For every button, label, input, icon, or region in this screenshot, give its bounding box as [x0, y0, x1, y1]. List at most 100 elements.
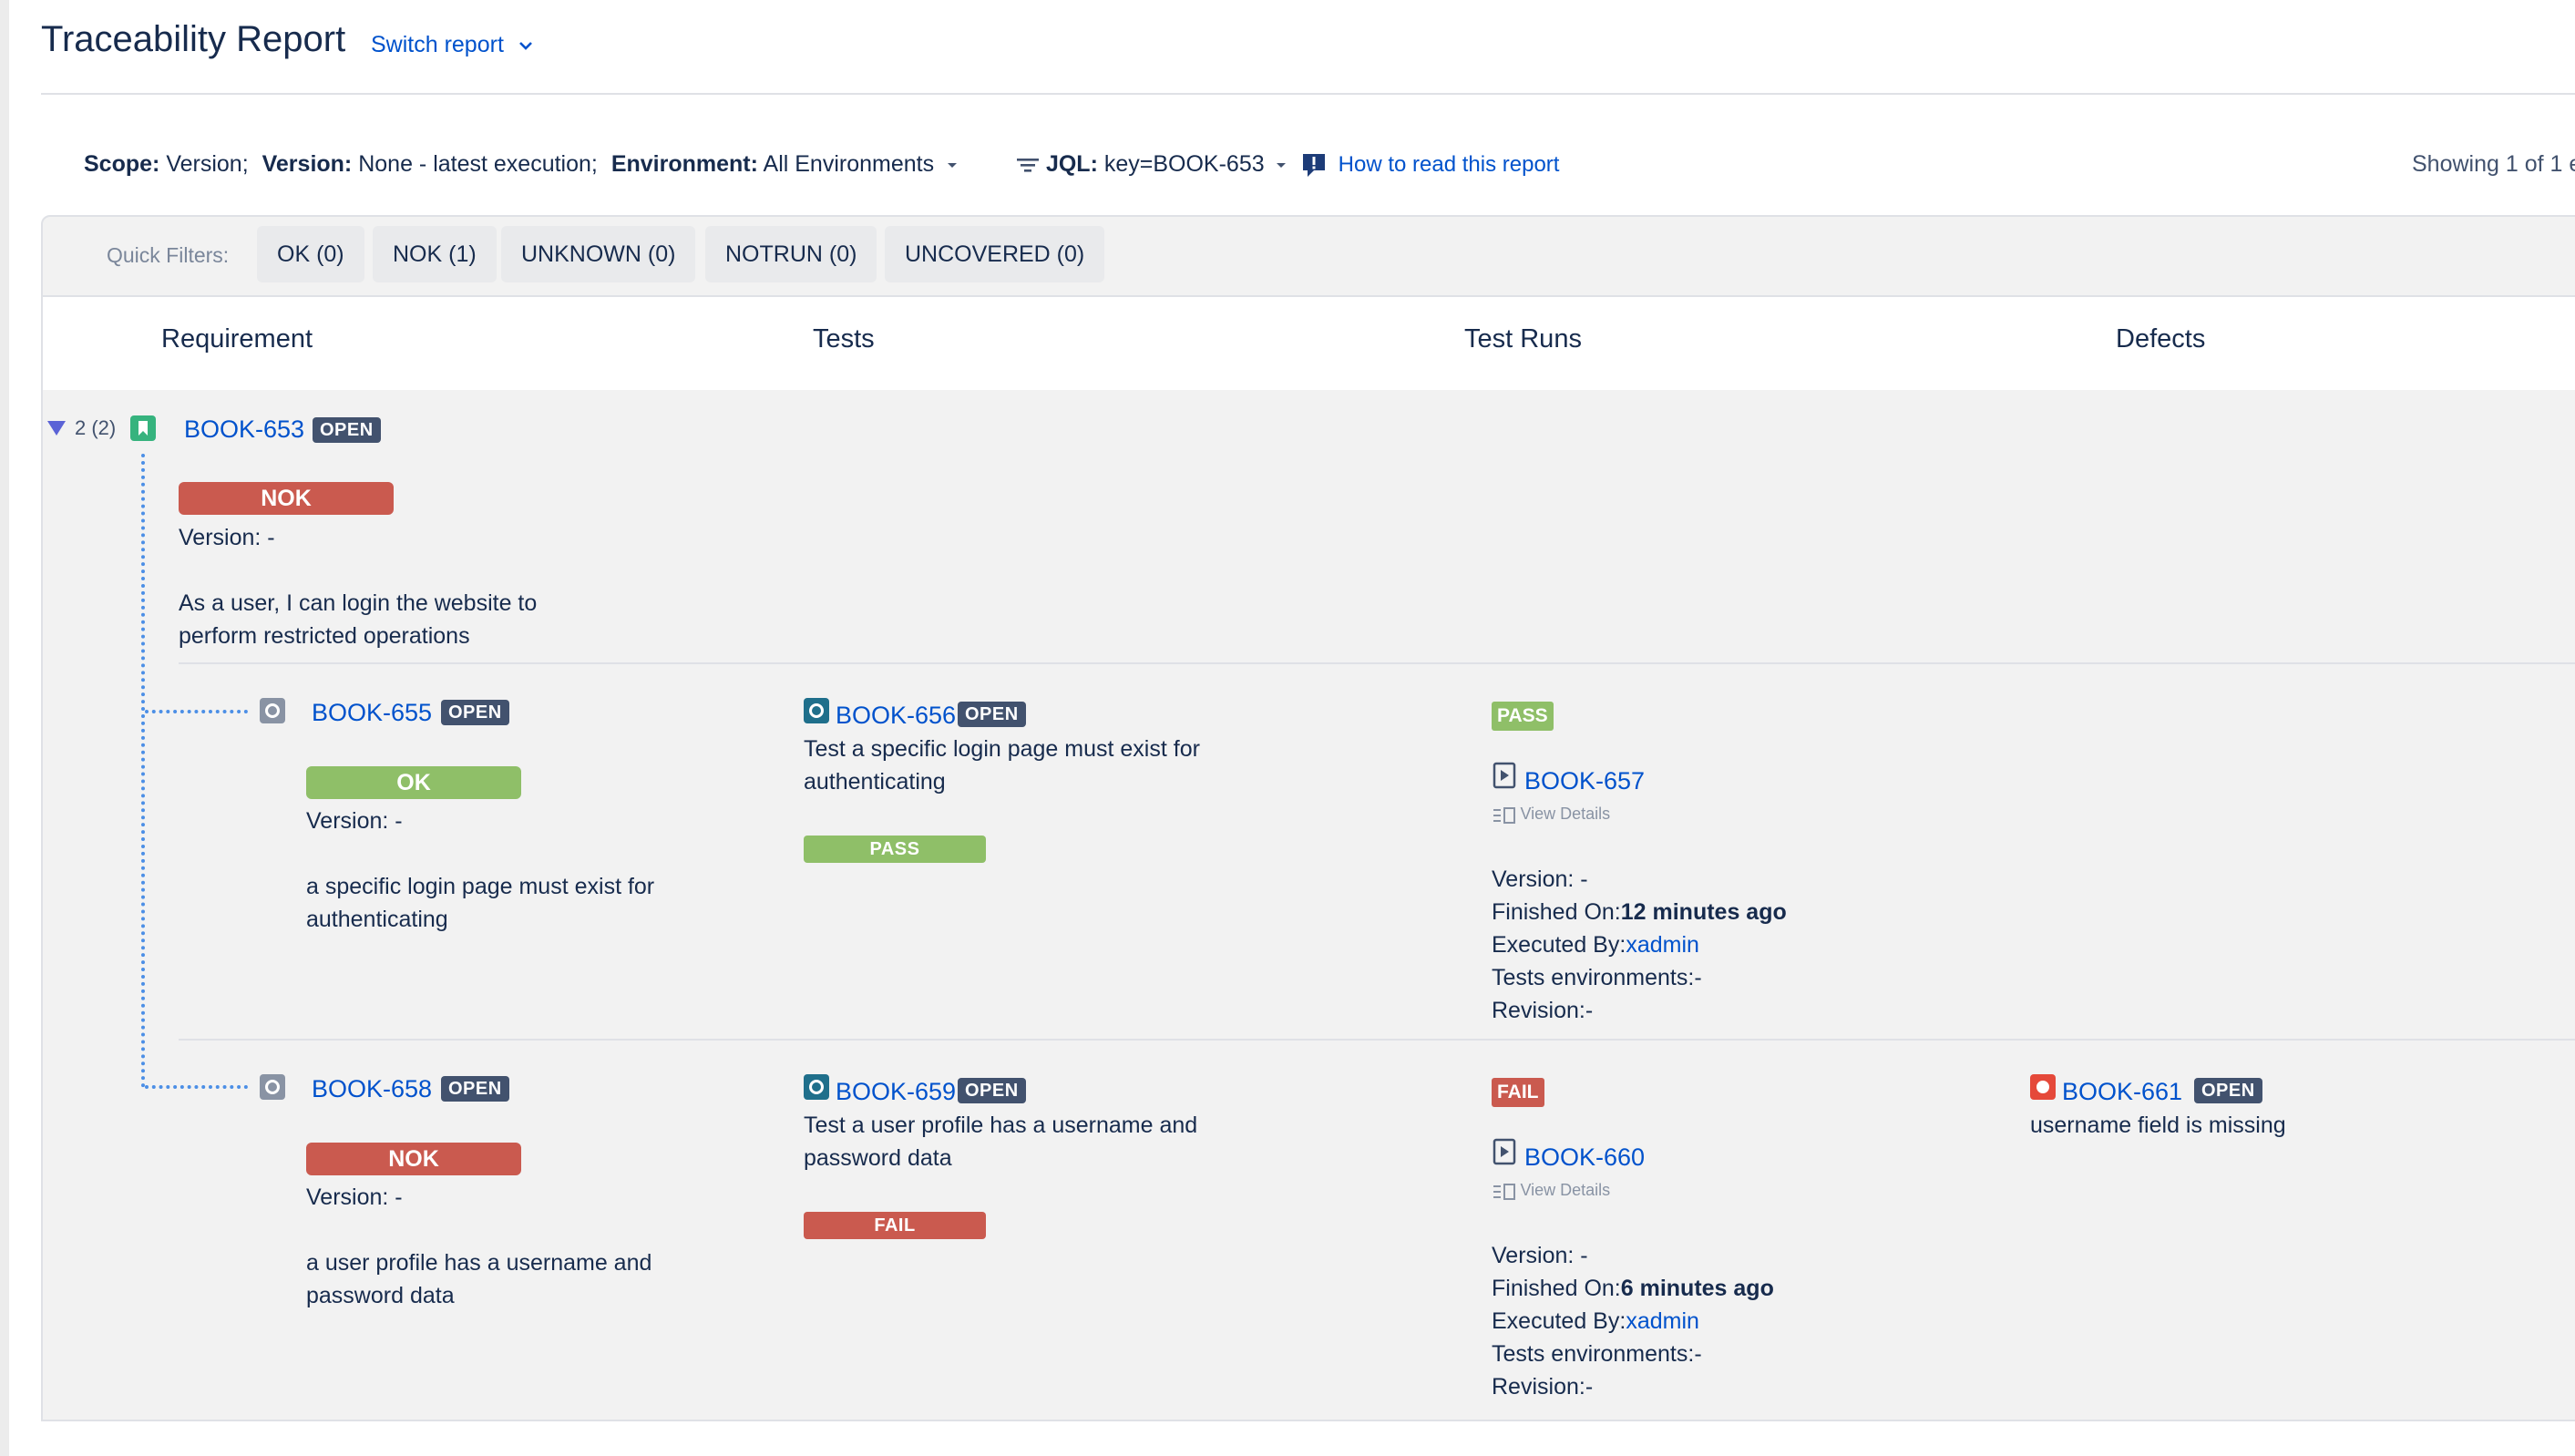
- feedback-icon: [1303, 153, 1325, 177]
- story-icon: [130, 415, 156, 441]
- requirement-status-lozenge: OPEN: [441, 1076, 509, 1102]
- finished-value: 6 minutes ago: [1620, 1276, 1774, 1301]
- how-to-read-label: How to read this report: [1338, 152, 1560, 177]
- filter-icon: [1017, 159, 1039, 172]
- environment-value: All Environments: [763, 151, 935, 177]
- run-revision: Revision:-: [1492, 1374, 1594, 1400]
- test-summary-line2: password data: [804, 1145, 952, 1171]
- view-details-label: View Details: [1520, 805, 1611, 823]
- scope-bar: Scope: Version; Version: None - latest e…: [84, 148, 959, 180]
- run-executed-by: Executed By:xadmin: [1492, 928, 1699, 961]
- run-finished-on: Finished On:12 minutes ago: [1492, 896, 1787, 928]
- requirement-child-count: 2 (2): [75, 416, 117, 439]
- test-run-key-link[interactable]: BOOK-657: [1524, 764, 1645, 797]
- requirement-coverage-status: NOK: [179, 482, 394, 515]
- view-details-link[interactable]: View Details: [1493, 805, 1610, 824]
- caret-down-icon: [948, 163, 958, 169]
- test-execution-icon: [1493, 762, 1516, 789]
- run-version: Version: -: [1492, 1243, 1588, 1268]
- showing-count: Showing 1 of 1 e: [2412, 151, 2575, 177]
- environment-dropdown[interactable]: All Environments: [764, 151, 959, 177]
- switch-report-link[interactable]: Switch report: [371, 29, 534, 60]
- chevron-down-icon: [518, 42, 532, 51]
- tree-connector-vertical: [141, 454, 145, 1088]
- test-icon: [804, 698, 829, 723]
- test-status-lozenge: OPEN: [958, 1078, 1026, 1103]
- requirement-status-lozenge: OPEN: [313, 417, 381, 443]
- environment-label: Environment:: [610, 151, 758, 177]
- requirement-summary-line1: As a user, I can login the website to: [179, 590, 538, 616]
- defect-key-link[interactable]: BOOK-661: [2062, 1075, 2182, 1108]
- requirement-summary-line1: a user profile has a username and: [306, 1250, 652, 1276]
- run-result-badge: PASS: [1492, 702, 1554, 731]
- defect-status-lozenge: OPEN: [2194, 1078, 2262, 1103]
- quick-filter-nok[interactable]: NOK (1): [373, 226, 497, 282]
- jql-value: key=BOOK-653: [1103, 151, 1265, 177]
- quick-filter-unknown[interactable]: UNKNOWN (0): [501, 226, 696, 282]
- caret-down-icon: [1276, 163, 1286, 169]
- requirement-status-lozenge: OPEN: [441, 700, 509, 725]
- requirement-summary-line2: authenticating: [306, 907, 448, 932]
- column-header-defects: Defects: [2116, 324, 2206, 354]
- run-environments: Tests environments:-: [1492, 965, 1702, 990]
- requirement-coverage-status: NOK: [306, 1143, 521, 1175]
- requirement-summary-line2: password data: [306, 1283, 455, 1308]
- scope-value: Version;: [166, 151, 249, 177]
- column-header-requirement: Requirement: [161, 324, 313, 354]
- details-icon: [1493, 806, 1515, 824]
- requirement-version: Version: -: [306, 808, 403, 834]
- switch-report-label: Switch report: [371, 32, 504, 57]
- row-divider: [179, 662, 2575, 664]
- quick-filters-label: Quick Filters:: [107, 243, 230, 267]
- requirement-version: Version: -: [306, 1184, 403, 1210]
- defect-summary: username field is missing: [2030, 1113, 2286, 1138]
- run-version: Version: -: [1492, 866, 1588, 892]
- run-finished-on: Finished On:6 minutes ago: [1492, 1272, 1774, 1305]
- executed-user-link[interactable]: xadmin: [1626, 1308, 1699, 1334]
- test-result-bar: PASS: [804, 836, 986, 863]
- test-execution-icon: [1493, 1138, 1516, 1165]
- requirement-version: Version: -: [179, 525, 275, 550]
- tree-connector-row1: [145, 710, 248, 713]
- requirement-key-link[interactable]: BOOK-653: [184, 413, 304, 446]
- left-border: [0, 0, 9, 1456]
- test-summary-line2: authenticating: [804, 769, 946, 795]
- requirement-type-icon: [260, 698, 285, 723]
- view-details-link[interactable]: View Details: [1493, 1181, 1610, 1200]
- quick-filter-ok[interactable]: OK (0): [257, 226, 364, 282]
- finished-label: Finished On:: [1492, 1276, 1621, 1301]
- header-divider: [41, 93, 2575, 95]
- version-value: None - latest execution;: [358, 151, 598, 177]
- test-run-key-link[interactable]: BOOK-660: [1524, 1141, 1645, 1174]
- requirement-key-link[interactable]: BOOK-655: [312, 696, 432, 729]
- requirement-type-icon: [260, 1074, 285, 1100]
- finished-label: Finished On:: [1492, 899, 1621, 925]
- scope-label: Scope:: [84, 151, 160, 177]
- executed-label: Executed By:: [1492, 1308, 1626, 1334]
- requirement-summary-line1: a specific login page must exist for: [306, 874, 655, 899]
- tree-connector-row2: [145, 1085, 248, 1089]
- page-title: Traceability Report: [41, 19, 346, 59]
- requirement-summary-line2: perform restricted operations: [179, 623, 470, 649]
- how-to-read-link[interactable]: How to read this report: [1301, 149, 1559, 181]
- finished-value: 12 minutes ago: [1620, 899, 1787, 925]
- quick-filter-notrun[interactable]: NOTRUN (0): [705, 226, 877, 282]
- collapse-toggle-icon[interactable]: [46, 419, 67, 437]
- details-icon: [1493, 1183, 1515, 1200]
- column-header-test-runs: Test Runs: [1464, 324, 1582, 354]
- quick-filter-uncovered[interactable]: UNCOVERED (0): [885, 226, 1105, 282]
- run-environments: Tests environments:-: [1492, 1341, 1702, 1367]
- executed-label: Executed By:: [1492, 932, 1626, 958]
- test-summary-line1: Test a specific login page must exist fo…: [804, 736, 1200, 762]
- executed-user-link[interactable]: xadmin: [1626, 932, 1699, 958]
- row-divider: [179, 1039, 2575, 1041]
- test-key-link[interactable]: BOOK-656: [836, 699, 956, 732]
- run-result-badge: FAIL: [1492, 1078, 1544, 1107]
- requirement-key-link[interactable]: BOOK-658: [312, 1072, 432, 1105]
- run-revision: Revision:-: [1492, 998, 1594, 1023]
- test-summary-line1: Test a user profile has a username and: [804, 1113, 1198, 1138]
- test-icon: [804, 1074, 829, 1100]
- jql-filter[interactable]: JQL: key=BOOK-653: [1016, 148, 1288, 180]
- test-key-link[interactable]: BOOK-659: [836, 1075, 956, 1108]
- requirement-coverage-status: OK: [306, 766, 521, 799]
